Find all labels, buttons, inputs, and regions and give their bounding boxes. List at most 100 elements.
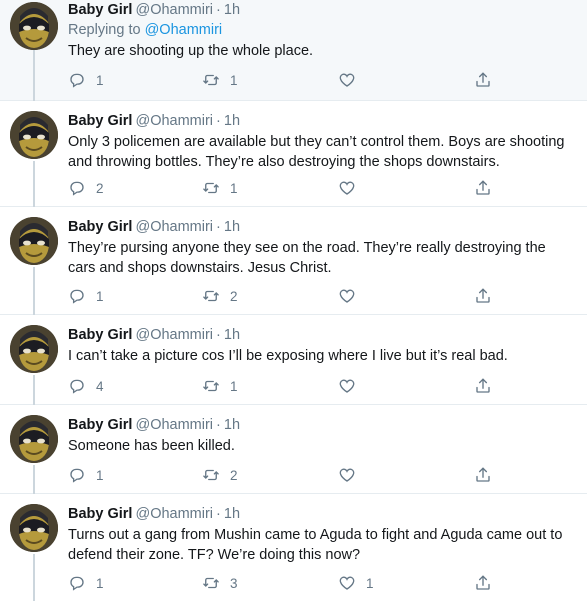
- like-button[interactable]: 1: [338, 573, 374, 593]
- retweet-button[interactable]: 1: [202, 70, 238, 90]
- reply-button[interactable]: 1: [68, 70, 104, 90]
- reply-icon: [68, 179, 86, 197]
- display-name[interactable]: Baby Girl: [68, 417, 132, 433]
- tweet[interactable]: Baby Girl @Ohammiri · 1h Replying to @Ohamm…: [0, 0, 587, 101]
- user-handle[interactable]: @Ohammiri: [135, 506, 213, 522]
- avatar[interactable]: [10, 2, 58, 50]
- reply-icon: [68, 466, 86, 484]
- separator-dot: ·: [216, 327, 221, 343]
- retweet-button[interactable]: 3: [202, 573, 238, 593]
- thread-connector: [33, 554, 35, 601]
- avatar[interactable]: [10, 111, 58, 159]
- timestamp[interactable]: 1h: [224, 327, 240, 343]
- share-button[interactable]: [474, 376, 492, 396]
- tweet-text: Only 3 policemen are available but they …: [68, 134, 565, 170]
- avatar[interactable]: [10, 325, 58, 373]
- share-button[interactable]: [474, 70, 492, 90]
- heart-icon: [338, 466, 356, 484]
- like-button[interactable]: [338, 465, 366, 485]
- like-button[interactable]: [338, 286, 366, 306]
- reply-icon: [68, 287, 86, 305]
- separator-dot: ·: [216, 417, 221, 433]
- mention-link[interactable]: @Ohammiri: [145, 22, 223, 38]
- reply-count: 1: [96, 72, 104, 88]
- tweet-actions: 11: [68, 70, 587, 90]
- retweet-button[interactable]: 1: [202, 178, 238, 198]
- like-button[interactable]: [338, 376, 366, 396]
- share-icon: [474, 574, 492, 592]
- share-button[interactable]: [474, 573, 492, 593]
- timestamp[interactable]: 1h: [224, 506, 240, 522]
- thread-connector: [33, 375, 35, 405]
- retweet-count: 3: [230, 575, 238, 591]
- share-icon: [474, 377, 492, 395]
- avatar[interactable]: [10, 415, 58, 463]
- display-name[interactable]: Baby Girl: [68, 327, 132, 343]
- retweet-count: 2: [230, 467, 238, 483]
- reply-icon: [68, 377, 86, 395]
- thread-connector: [33, 267, 35, 315]
- user-handle[interactable]: @Ohammiri: [135, 417, 213, 433]
- heart-icon: [338, 179, 356, 197]
- share-icon: [474, 466, 492, 484]
- tweet-text: Someone has been killed.: [68, 438, 235, 454]
- retweet-button[interactable]: 2: [202, 286, 238, 306]
- thread-connector: [33, 465, 35, 494]
- share-button[interactable]: [474, 178, 492, 198]
- display-name[interactable]: Baby Girl: [68, 219, 132, 235]
- retweet-button[interactable]: 1: [202, 376, 238, 396]
- avatar-image: [10, 217, 58, 265]
- replying-to-label: Replying to: [68, 22, 141, 38]
- timestamp[interactable]: 1h: [224, 417, 240, 433]
- share-icon: [474, 287, 492, 305]
- user-handle[interactable]: @Ohammiri: [135, 327, 213, 343]
- user-handle[interactable]: @Ohammiri: [135, 219, 213, 235]
- reply-button[interactable]: 4: [68, 376, 104, 396]
- reply-count: 1: [96, 467, 104, 483]
- like-button[interactable]: [338, 70, 366, 90]
- tweet-actions: 1 3 1: [68, 573, 587, 593]
- tweet[interactable]: Baby Girl @Ohammiri · 1h They’re pursing an…: [0, 207, 587, 315]
- display-name[interactable]: Baby Girl: [68, 113, 132, 129]
- like-count: 1: [366, 575, 374, 591]
- share-icon: [474, 71, 492, 89]
- thread-connector: [33, 161, 35, 207]
- share-button[interactable]: [474, 286, 492, 306]
- retweet-count: 1: [230, 378, 238, 394]
- reply-button[interactable]: 2: [68, 178, 104, 198]
- avatar-image: [10, 504, 58, 552]
- timestamp[interactable]: 1h: [224, 113, 240, 129]
- separator-dot: ·: [216, 113, 221, 129]
- tweet[interactable]: Baby Girl @Ohammiri · 1h Someone has been k…: [0, 405, 587, 494]
- display-name[interactable]: Baby Girl: [68, 506, 132, 522]
- thread-connector: [33, 50, 35, 101]
- tweet[interactable]: Baby Girl @Ohammiri · 1h Turns out a gang f…: [0, 494, 587, 601]
- avatar[interactable]: [10, 504, 58, 552]
- reply-button[interactable]: 1: [68, 465, 104, 485]
- tweet[interactable]: Baby Girl @Ohammiri · 1h I can’t take a pic…: [0, 315, 587, 405]
- reply-count: 1: [96, 288, 104, 304]
- reply-button[interactable]: 1: [68, 573, 104, 593]
- retweet-icon: [202, 574, 220, 592]
- reply-icon: [68, 574, 86, 592]
- reply-button[interactable]: 1: [68, 286, 104, 306]
- heart-icon: [338, 574, 356, 592]
- share-button[interactable]: [474, 465, 492, 485]
- tweet-text: I can’t take a picture cos I’ll be expos…: [68, 348, 508, 364]
- like-button[interactable]: [338, 178, 366, 198]
- separator-dot: ·: [216, 506, 221, 522]
- user-handle[interactable]: @Ohammiri: [135, 2, 213, 18]
- replying-to: Replying to @Ohammiri: [68, 20, 575, 40]
- retweet-icon: [202, 71, 220, 89]
- user-handle[interactable]: @Ohammiri: [135, 113, 213, 129]
- avatar[interactable]: [10, 217, 58, 265]
- retweet-button[interactable]: 2: [202, 465, 238, 485]
- tweet[interactable]: Baby Girl @Ohammiri · 1h Only 3 policemen a…: [0, 101, 587, 207]
- tweet-text: Turns out a gang from Mushin came to Agu…: [68, 527, 563, 563]
- separator-dot: ·: [216, 219, 221, 235]
- reply-count: 2: [96, 180, 104, 196]
- timestamp[interactable]: 1h: [224, 2, 240, 18]
- timestamp[interactable]: 1h: [224, 219, 240, 235]
- tweet-actions: 12: [68, 286, 587, 306]
- display-name[interactable]: Baby Girl: [68, 2, 132, 18]
